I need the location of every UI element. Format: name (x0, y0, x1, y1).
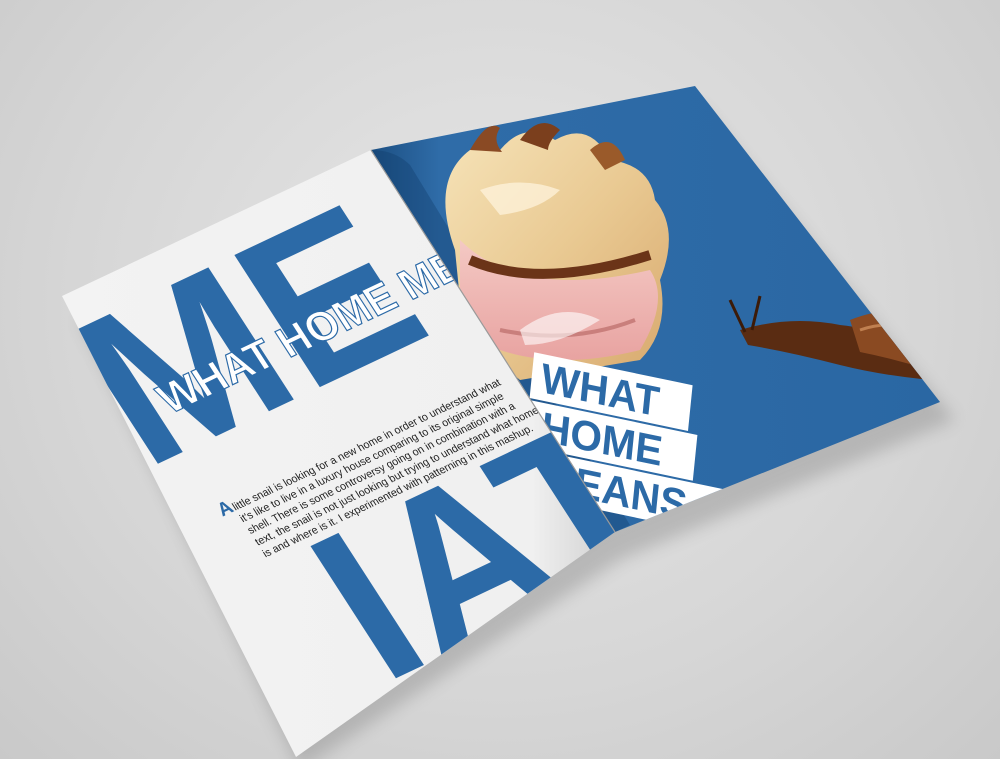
magazine-mockup: ME IAT WHAT HOME MEANS A little snail is… (62, 86, 955, 759)
